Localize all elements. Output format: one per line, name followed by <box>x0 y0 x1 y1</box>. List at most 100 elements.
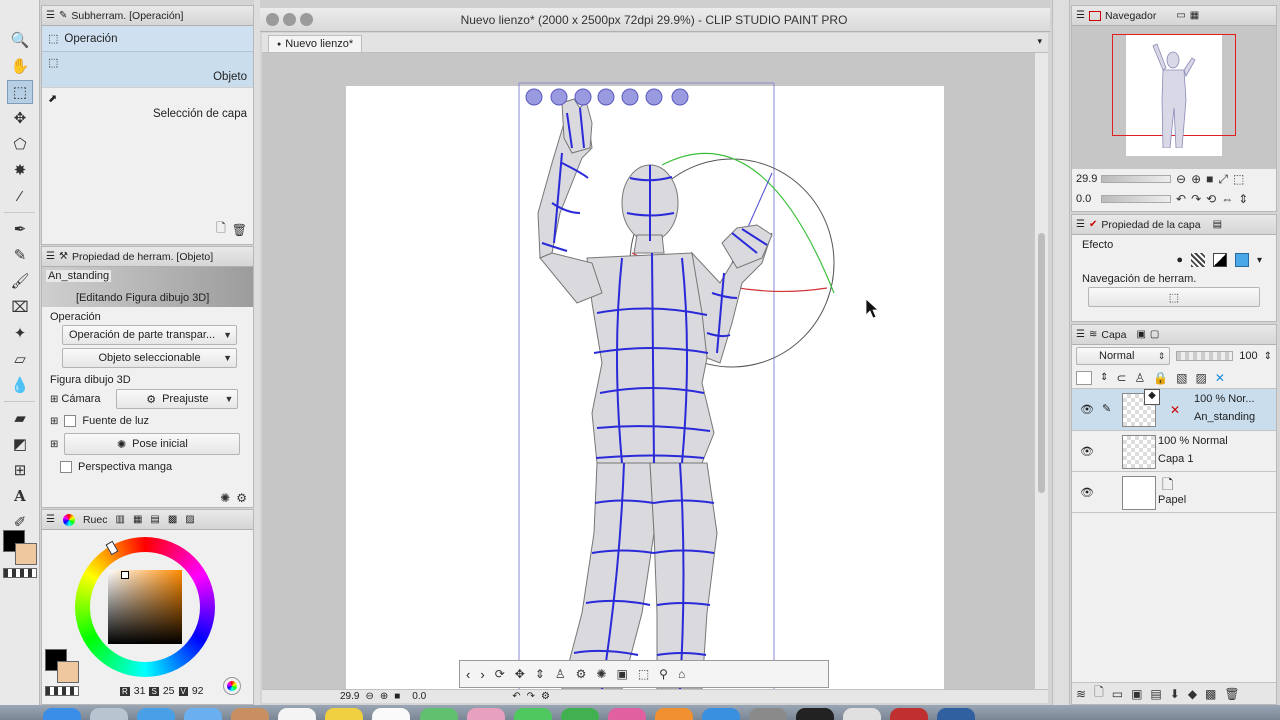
nav-fullscreen-icon[interactable]: ⤢ <box>1218 172 1228 187</box>
new-folder-icon[interactable]: ▣ <box>1131 687 1142 701</box>
visibility-eye-icon[interactable]: 👁 <box>1080 403 1094 416</box>
pose-scan-icon[interactable]: ✺ <box>596 667 606 681</box>
tab-similar-color[interactable]: ▩ <box>168 514 177 525</box>
clip-studio-dock-icon[interactable] <box>843 708 882 720</box>
tab-info[interactable]: ▦ <box>1190 10 1199 21</box>
lock-layer-icon[interactable]: 🔒 <box>1153 371 1168 385</box>
ruler-icon[interactable]: ▩ <box>1205 687 1216 701</box>
body-shape-icon[interactable]: ⌂ <box>678 667 685 681</box>
effect-color-icon[interactable] <box>1234 253 1249 267</box>
tab-color-wheel[interactable]: Ruec <box>83 514 108 526</box>
visibility-eye-icon[interactable]: 👁 <box>1080 445 1094 458</box>
nav-zoom-in-icon[interactable]: ⊕ <box>1191 172 1201 186</box>
tab-nuevo-lienzo[interactable]: ● Nuevo lienzo* <box>268 35 363 52</box>
canvas-area[interactable]: ‹ › ⟳ ✥ ⇕ ♙ ⚙ ✺ ▣ ⬚ ⚲ ⌂ <box>262 53 1034 689</box>
scroll-thumb[interactable] <box>1038 233 1045 493</box>
camera-pan-icon[interactable]: ✥ <box>515 667 525 681</box>
manga-checkbox[interactable] <box>60 461 72 473</box>
frame-tool-icon[interactable]: ⊞ <box>7 458 33 482</box>
combine-icon[interactable]: ⬇ <box>1170 687 1180 701</box>
layer-item-papel[interactable]: 👁 🗋 Papel <box>1072 472 1276 513</box>
expand-pose-icon[interactable]: ⊞ <box>50 439 58 450</box>
nav-rotate-right-icon[interactable]: ↷ <box>1191 192 1201 206</box>
effect-dropdown-icon[interactable]: ▾ <box>1257 255 1262 266</box>
airbrush-tool-icon[interactable]: ⌧ <box>7 295 33 319</box>
register-material-icon[interactable]: ▣ <box>616 667 627 681</box>
sv-picker[interactable] <box>121 571 129 579</box>
show-ruler-icon[interactable]: ✕ <box>1215 371 1225 385</box>
new-subtool-icon[interactable]: 🗋 <box>216 219 226 240</box>
camera-move-icon[interactable]: ⇕ <box>535 667 545 681</box>
sub-color-swatch[interactable] <box>15 543 37 565</box>
subtool-item-objeto[interactable]: ⬚ Objeto <box>42 52 253 88</box>
eraser-tool-icon[interactable]: ▱ <box>7 347 33 371</box>
notes-dock-icon[interactable] <box>325 708 364 720</box>
nav-rotate-left-icon[interactable]: ↶ <box>1176 192 1186 206</box>
subtool-item-seleccion-capa[interactable]: ⬈ Selección de capa <box>42 88 253 124</box>
visibility-eye-icon[interactable]: 👁 <box>1080 486 1094 499</box>
launchpad-dock-icon[interactable] <box>90 708 129 720</box>
effect-border-icon[interactable]: ● <box>1176 254 1183 266</box>
navigator-preview[interactable] <box>1072 26 1276 169</box>
opacity-stepper-icon[interactable]: ⇕ <box>1264 351 1272 362</box>
new-vector-layer-icon[interactable]: ▭ <box>1112 687 1123 701</box>
tab-menu-icon[interactable]: ▾ <box>1037 36 1042 47</box>
ibooks-dock-icon[interactable] <box>654 708 693 720</box>
operation-select[interactable]: Operación de parte transpar... ▼ <box>62 325 237 345</box>
transparent-color-swatch[interactable] <box>3 568 37 578</box>
selection-tool-icon[interactable]: ⬠ <box>7 132 33 156</box>
3d-figure[interactable] <box>262 53 1034 689</box>
effect-threshold-icon[interactable] <box>1212 253 1227 267</box>
pen-tool-icon[interactable]: ✒ <box>7 217 33 241</box>
pencil-tool-icon[interactable]: ✎ <box>7 243 33 267</box>
expand-light-icon[interactable]: ⊞ <box>50 416 58 427</box>
itunes-dock-icon[interactable] <box>607 708 646 720</box>
opacity-slider[interactable] <box>1176 351 1234 361</box>
zoom-tool-icon[interactable]: 🔍 <box>7 28 33 52</box>
tab-material[interactable]: ▣ <box>1136 329 1145 340</box>
app2-dock-icon[interactable] <box>937 708 976 720</box>
layer-item-capa-1[interactable]: 👁 100 % Normal Capa 1 <box>1072 431 1276 472</box>
rotate-left-icon[interactable]: ↶ <box>512 691 520 702</box>
reminders-dock-icon[interactable] <box>372 708 411 720</box>
fit-canvas-icon[interactable]: ⬚ <box>638 667 649 681</box>
navigator-zoom-value[interactable]: 29.9 <box>1076 173 1097 185</box>
layer-list-icon[interactable]: ≋ <box>1076 687 1086 701</box>
delete-subtool-icon[interactable]: 🗑 <box>232 223 247 237</box>
rotation-slider[interactable] <box>1101 195 1171 203</box>
fit-icon[interactable]: ■ <box>394 691 400 702</box>
object-select[interactable]: Objeto seleccionable ▼ <box>62 348 237 368</box>
photos-dock-icon[interactable] <box>466 708 505 720</box>
panel-sub-color[interactable] <box>57 661 79 683</box>
nav-zoom-out-icon[interactable]: ⊖ <box>1176 172 1186 186</box>
transfer-down-icon[interactable]: ▤ <box>1150 687 1161 701</box>
safari-dock-icon[interactable] <box>137 708 176 720</box>
pose-initial-button[interactable]: ✺ Pose inicial <box>64 433 241 455</box>
zoom-in-icon[interactable]: ⊕ <box>380 691 388 702</box>
panel-menu-icon[interactable]: ☰ <box>1076 219 1085 230</box>
enable-mask-icon[interactable]: ▨ <box>1196 371 1207 385</box>
auto-select-tool-icon[interactable]: ✸ <box>7 158 33 182</box>
tab-history[interactable]: ▨ <box>185 514 194 525</box>
preferences-dock-icon[interactable] <box>748 708 787 720</box>
ground-icon[interactable]: ⚲ <box>659 667 668 681</box>
tab-animation[interactable]: ▢ <box>1150 329 1159 340</box>
layer-item-an-standing[interactable]: 👁 ✎ ◆ ✕ 100 % Nor... An_standing <box>1072 389 1276 431</box>
reset-icon[interactable]: ✺ <box>220 491 230 505</box>
effect-tone-icon[interactable] <box>1190 253 1205 267</box>
zoom-slider[interactable] <box>1101 175 1171 183</box>
panel-transparent-color[interactable] <box>45 686 79 696</box>
tab-color-slider[interactable]: ▥ <box>115 514 124 525</box>
lock-transparent-icon[interactable]: ▧ <box>1176 371 1187 385</box>
decoration-tool-icon[interactable]: ✦ <box>7 321 33 345</box>
move-layer-tool-icon[interactable]: ✥ <box>7 106 33 130</box>
app-dock-icon[interactable] <box>890 708 929 720</box>
nav-fit-width-icon[interactable]: ⬚ <box>1233 172 1244 186</box>
facetime-dock-icon[interactable] <box>560 708 599 720</box>
tab-color-set[interactable]: ▦ <box>133 514 142 525</box>
settings-icon[interactable]: ⚙ <box>236 491 247 505</box>
panel-menu-icon[interactable]: ☰ <box>1076 329 1085 340</box>
fill-tool-icon[interactable]: ▰ <box>7 406 33 430</box>
next-arrow-icon[interactable]: › <box>480 667 484 682</box>
tab-intermediate[interactable]: ▤ <box>150 514 159 525</box>
